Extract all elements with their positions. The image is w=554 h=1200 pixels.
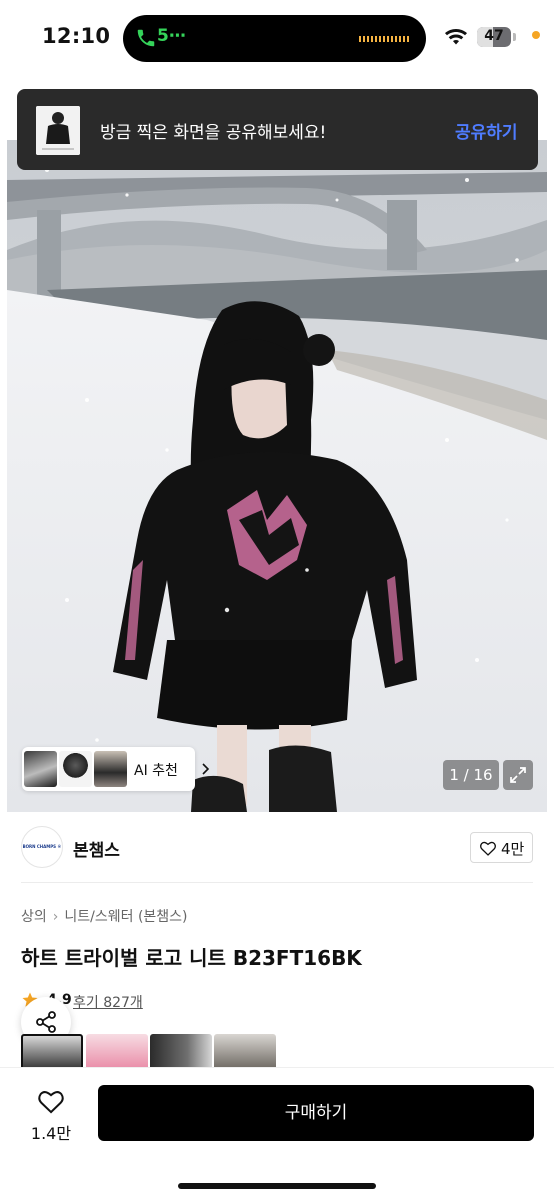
breadcrumb: 상의 › 니트/스웨터 (본챔스) xyxy=(21,906,188,926)
product-like-count: 1.4만 xyxy=(30,1124,72,1143)
brand-like-count: 4만 xyxy=(501,840,525,858)
product-like-button[interactable]: 1.4만 xyxy=(23,1086,79,1152)
battery-cap xyxy=(513,33,516,41)
status-time: 12:10 xyxy=(42,24,111,48)
product-photo xyxy=(7,140,547,812)
ai-thumb-2 xyxy=(59,751,92,787)
product-title: 하트 트라이벌 로고 니트 B23FT16BK xyxy=(21,946,362,970)
divider xyxy=(21,882,533,883)
brand-logo[interactable]: BORN CHAMPS ® xyxy=(21,826,63,868)
audio-waveform-icon xyxy=(359,36,411,42)
recording-indicator-dot xyxy=(532,31,540,39)
phone-icon xyxy=(137,29,155,47)
chevron-right-icon: › xyxy=(52,909,59,925)
battery-percent: 47 xyxy=(484,28,504,44)
image-counter: 1 / 16 xyxy=(443,760,499,790)
related-thumb-3[interactable] xyxy=(150,1034,212,1070)
related-thumb-4[interactable] xyxy=(214,1034,276,1070)
share-toast: 방금 찍은 화면을 공유해보세요! 공유하기 xyxy=(17,89,538,170)
related-thumb-2[interactable] xyxy=(86,1034,148,1070)
home-indicator[interactable] xyxy=(178,1183,376,1189)
share-icon xyxy=(36,1011,56,1033)
brand-like-button[interactable]: 4만 xyxy=(470,832,533,863)
related-thumb-1[interactable] xyxy=(21,1034,83,1070)
heart-icon xyxy=(38,1091,64,1114)
expand-icon xyxy=(510,767,526,783)
ai-recommend-label: AI 추천 xyxy=(134,763,178,779)
battery-icon: 47 xyxy=(477,27,511,47)
expand-button[interactable] xyxy=(503,760,533,790)
brand-logo-wordmark: BORN CHAMPS ® xyxy=(22,844,62,849)
bottom-action-bar: 1.4만 구매하기 xyxy=(0,1067,554,1200)
product-image[interactable] xyxy=(7,140,547,812)
call-duration: 5⋯ xyxy=(157,26,186,46)
toast-share-button[interactable]: 공유하기 xyxy=(455,118,518,143)
brand-name[interactable]: 본챔스 xyxy=(73,836,120,861)
toast-message: 방금 찍은 화면을 공유해보세요! xyxy=(100,123,327,143)
heart-icon xyxy=(480,841,496,856)
ai-thumb-1 xyxy=(24,751,57,787)
ai-recommend-button[interactable]: AI 추천 xyxy=(22,747,210,791)
status-bar: 12:10 5⋯ 47 xyxy=(0,0,554,76)
screenshot-preview-icon xyxy=(36,106,80,155)
buy-button[interactable]: 구매하기 xyxy=(98,1085,534,1141)
breadcrumb-item-category[interactable]: 상의 xyxy=(21,906,47,926)
toast-screenshot-thumbnail xyxy=(36,106,80,155)
wifi-icon xyxy=(445,28,467,45)
chevron-right-icon xyxy=(202,763,210,775)
breadcrumb-item-subcategory[interactable]: 니트/스웨터 (본챔스) xyxy=(64,906,187,926)
dynamic-island[interactable]: 5⋯ xyxy=(123,15,426,62)
ai-thumb-3 xyxy=(94,751,127,787)
reviews-link[interactable]: 후기 827개 xyxy=(73,992,143,1012)
